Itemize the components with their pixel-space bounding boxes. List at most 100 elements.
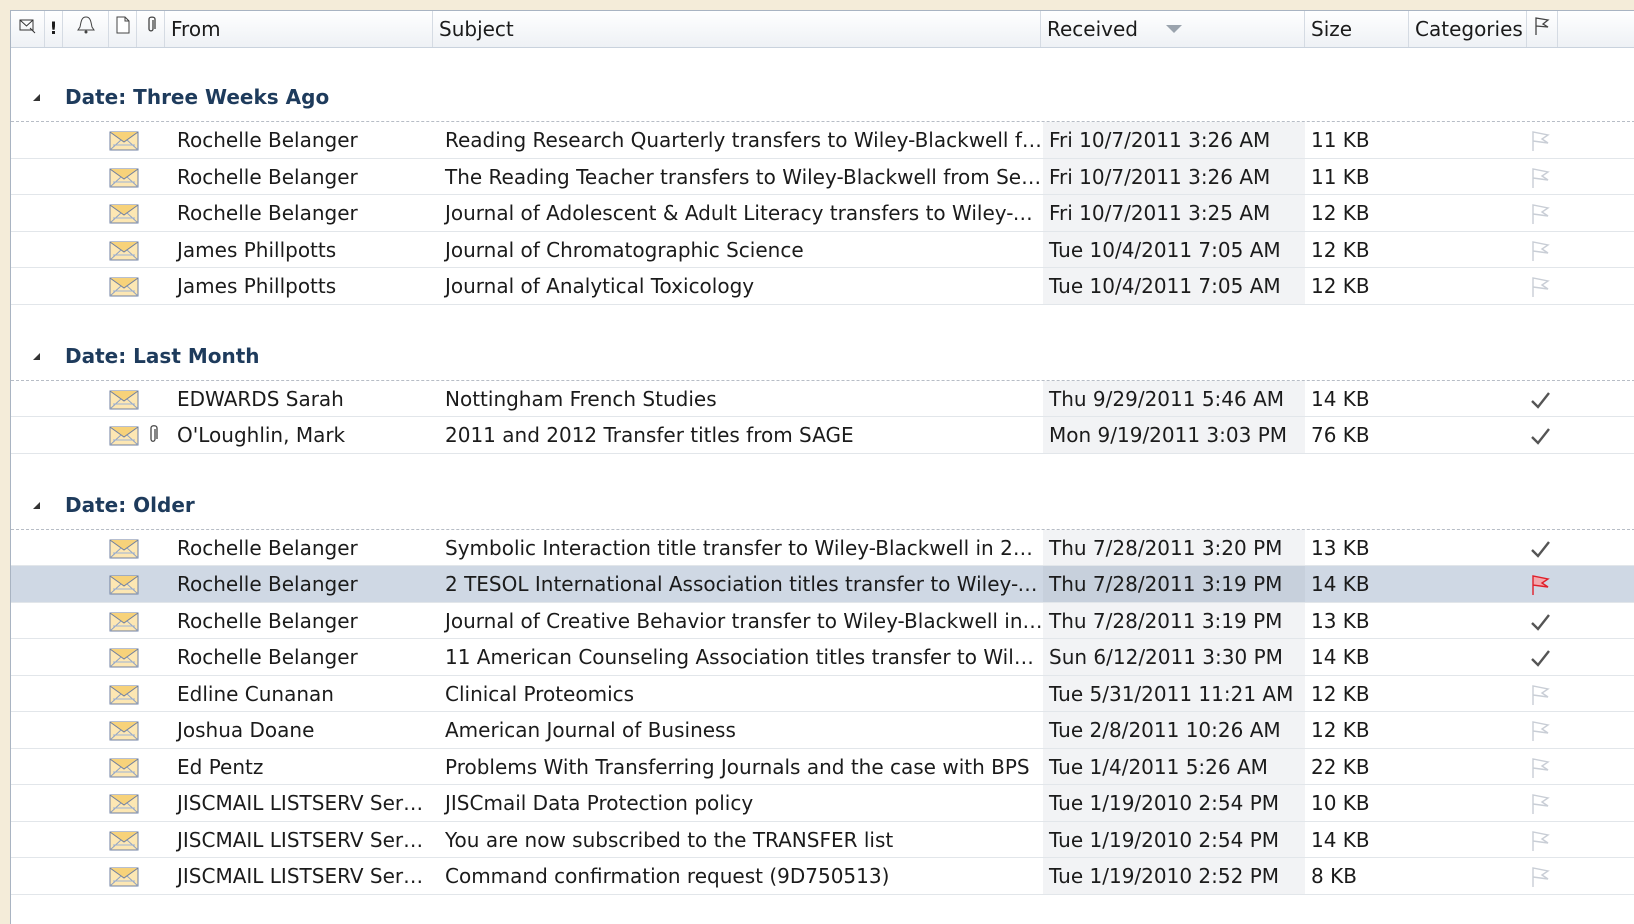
received-date: Tue 1/19/2010 2:52 PM (1049, 864, 1280, 888)
flag-icon[interactable] (1529, 240, 1551, 262)
received-date: Tue 10/4/2011 7:05 AM (1049, 274, 1281, 298)
message-size: 76 KB (1311, 423, 1370, 447)
collapse-triangle-icon[interactable] (33, 94, 40, 101)
flag-icon[interactable] (1529, 130, 1551, 152)
group-header[interactable]: Date: Last Month (11, 331, 1634, 381)
envelope-icon (109, 426, 139, 446)
categories-cell (1409, 822, 1527, 858)
from-column-header[interactable]: From (165, 11, 433, 47)
message-size: 14 KB (1311, 645, 1370, 669)
sender-name: Edline Cunanan (177, 681, 334, 706)
size-column-header[interactable]: Size (1305, 11, 1409, 47)
received-date: Tue 1/19/2010 2:54 PM (1049, 791, 1280, 815)
categories-cell (1409, 268, 1527, 304)
collapse-triangle-icon[interactable] (33, 501, 40, 509)
flag-icon[interactable] (1529, 276, 1551, 298)
envelope-icon (109, 721, 139, 741)
message-size: 22 KB (1311, 754, 1370, 779)
message-row[interactable]: James Phillpotts Journal of Chromatograph… (11, 231, 1634, 268)
subject-text: Reading Research Quarterly transfers to … (445, 128, 1043, 152)
subject-column-header[interactable]: Subject (433, 11, 1041, 47)
message-size: 10 KB (1311, 791, 1370, 815)
group-title: Date: Older (65, 492, 195, 517)
envelope-icon (109, 794, 139, 814)
message-size: 13 KB (1311, 535, 1370, 560)
importance-icon[interactable]: ! (45, 11, 63, 47)
message-row[interactable]: Rochelle Belanger 11 American Counseling … (11, 639, 1634, 676)
categories-cell (1409, 232, 1527, 268)
message-row[interactable]: EDWARDS Sarah Nottingham French Studies Th… (11, 380, 1634, 417)
document-icon[interactable] (109, 11, 137, 47)
collapse-triangle-icon[interactable] (33, 352, 40, 360)
sender-name: JISCMAIL LISTSERV Server... (177, 791, 429, 815)
flag-icon[interactable] (1529, 203, 1551, 225)
message-row[interactable]: Rochelle Belanger Symbolic Interaction ti… (11, 529, 1634, 566)
message-row[interactable]: Rochelle Belanger Journal of Adolescent &… (11, 195, 1634, 232)
received-date: Tue 2/8/2011 10:26 AM (1049, 718, 1281, 742)
flag-icon[interactable] (1529, 866, 1551, 888)
sender-name: JISCMAIL LISTSERV Server... (177, 827, 429, 852)
subject-text: American Journal of Business (445, 718, 736, 742)
message-row[interactable]: JISCMAIL LISTSERV Server... You are now s… (11, 821, 1634, 858)
subject-text: Symbolic Interaction title transfer to W… (445, 535, 1043, 560)
message-size: 12 KB (1311, 274, 1370, 298)
envelope-icon (109, 648, 139, 668)
flag-icon[interactable] (1529, 684, 1551, 706)
message-row[interactable]: JISCMAIL LISTSERV Server... Command confi… (11, 858, 1634, 895)
sender-name: Rochelle Belanger (177, 201, 358, 225)
attachment-icon[interactable] (137, 11, 165, 47)
reminder-icon[interactable] (63, 11, 109, 47)
message-row[interactable]: Rochelle Belanger 2 TESOL International A… (11, 566, 1634, 603)
categories-cell (1409, 603, 1527, 639)
item-type-icon[interactable] (11, 11, 45, 47)
sender-name: EDWARDS Sarah (177, 386, 344, 411)
message-size: 14 KB (1311, 386, 1370, 411)
subject-text: Problems With Transferring Journals and … (445, 754, 1030, 779)
message-row[interactable]: Edline Cunanan Clinical Proteomics Tue 5/3… (11, 675, 1634, 712)
categories-column-header[interactable]: Categories (1409, 11, 1527, 47)
check-mark-icon[interactable] (1529, 538, 1551, 560)
flag-status-header-icon[interactable] (1527, 11, 1558, 47)
message-row[interactable]: Rochelle Belanger Journal of Creative Beh… (11, 602, 1634, 639)
check-mark-icon[interactable] (1529, 425, 1551, 447)
envelope-icon (109, 758, 139, 777)
check-mark-icon[interactable] (1529, 647, 1551, 669)
flag-icon[interactable] (1529, 830, 1551, 852)
received-date: Thu 7/28/2011 3:20 PM (1049, 535, 1283, 560)
column-header-bar: ! From Subject Received Size Categories (11, 11, 1634, 48)
categories-cell (1409, 712, 1527, 748)
envelope-icon (109, 867, 139, 887)
flag-icon[interactable] (1529, 757, 1551, 779)
flag-icon[interactable] (1529, 793, 1551, 815)
group-header[interactable]: Date: Older (11, 480, 1634, 530)
message-size: 14 KB (1311, 827, 1370, 852)
check-mark-icon[interactable] (1529, 389, 1551, 411)
received-date: Fri 10/7/2011 3:26 AM (1049, 128, 1271, 152)
received-date: Tue 1/19/2010 2:54 PM (1049, 827, 1280, 852)
envelope-icon (109, 390, 139, 409)
red-flag-icon[interactable] (1529, 574, 1551, 596)
message-row[interactable]: O'Loughlin, Mark 2011 and 2012 Transfer t… (11, 417, 1634, 454)
received-date: Sun 6/12/2011 3:30 PM (1049, 645, 1283, 669)
attachment-icon (147, 417, 159, 466)
message-size: 14 KB (1311, 572, 1370, 596)
flag-icon[interactable] (1529, 720, 1551, 742)
received-date: Tue 10/4/2011 7:05 AM (1049, 237, 1281, 262)
envelope-icon (109, 575, 139, 595)
message-row[interactable]: Joshua Doane American Journal of Business… (11, 712, 1634, 749)
check-mark-icon[interactable] (1529, 611, 1551, 633)
message-row[interactable]: Ed Pentz Problems With Transferring Journ… (11, 748, 1634, 785)
group-title: Date: Three Weeks Ago (65, 85, 330, 109)
received-date: Mon 9/19/2011 3:03 PM (1049, 423, 1288, 447)
message-row[interactable]: James Phillpotts Journal of Analytical To… (11, 268, 1634, 305)
message-row[interactable]: JISCMAIL LISTSERV Server... JISCmail Data… (11, 785, 1634, 822)
message-size: 11 KB (1311, 128, 1370, 152)
subject-text: JISCmail Data Protection policy (445, 791, 754, 815)
subject-text: 2 TESOL International Association titles… (445, 572, 1043, 596)
flag-icon[interactable] (1529, 167, 1551, 189)
message-row[interactable]: Rochelle Belanger Reading Research Quarte… (11, 122, 1634, 159)
message-row[interactable]: Rochelle Belanger The Reading Teacher tra… (11, 158, 1634, 195)
subject-text: 2011 and 2012 Transfer titles from SAGE (445, 423, 854, 447)
group-header[interactable]: Date: Three Weeks Ago (11, 72, 1634, 122)
received-date: Thu 9/29/2011 5:46 AM (1049, 386, 1285, 411)
